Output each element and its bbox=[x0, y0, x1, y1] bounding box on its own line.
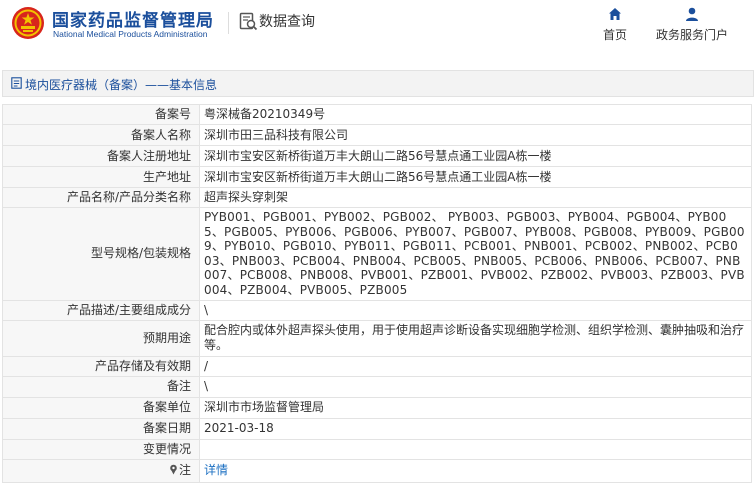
field-label: 产品存储及有效期 bbox=[2, 355, 200, 377]
national-emblem-icon[interactable] bbox=[11, 6, 45, 40]
field-value: 深圳市宝安区新桥街道万丰大朗山二路56号慧点通工业园A栋一楼 bbox=[199, 145, 752, 167]
home-icon bbox=[609, 8, 621, 20]
field-label: 备案号 bbox=[2, 104, 200, 125]
field-value: 粤深械备20210349号 bbox=[199, 104, 752, 125]
breadcrumb: 境内医疗器械（备案）——基本信息 bbox=[2, 70, 754, 97]
table-row: 生产地址 深圳市宝安区新桥街道万丰大朗山二路56号慧点通工业园A栋一楼 bbox=[2, 166, 752, 188]
field-value: 深圳市市场监督管理局 bbox=[199, 396, 752, 419]
table-row: 备案人名称 深圳市田三品科技有限公司 bbox=[2, 124, 752, 146]
field-label: 备案日期 bbox=[2, 417, 200, 440]
field-label: 预期用途 bbox=[2, 319, 200, 357]
field-value: 超声探头穿刺架 bbox=[199, 187, 752, 208]
field-value: \ bbox=[199, 299, 752, 321]
nav-gov-portal-label: 政务服务门户 bbox=[655, 28, 728, 42]
note-label-cell: 注 bbox=[2, 458, 200, 483]
table-row: 备案号 粤深械备20210349号 bbox=[2, 104, 752, 125]
data-search-icon bbox=[239, 12, 258, 31]
header-divider bbox=[228, 12, 229, 34]
field-label: 备案单位 bbox=[2, 396, 200, 419]
table-row: 变更情况 bbox=[2, 438, 752, 460]
table-row: 预期用途 配合腔内或体外超声探头使用，用于使用超声诊断设备实现细胞学检测、组织学… bbox=[2, 319, 752, 357]
field-label: 生产地址 bbox=[2, 166, 200, 188]
note-label: 注 bbox=[178, 463, 191, 478]
field-value: PYB001、PGB001、PYB002、PGB002、 PYB003、PGB0… bbox=[199, 207, 752, 301]
nav-gov-portal[interactable]: 政务服务门户 bbox=[652, 6, 732, 43]
field-label: 备案人名称 bbox=[2, 124, 200, 146]
field-label: 产品名称/产品分类名称 bbox=[2, 187, 200, 208]
user-icon bbox=[686, 7, 698, 21]
table-row: 产品存储及有效期 / bbox=[2, 355, 752, 377]
site-header: 国家药品监督管理局 National Medical Products Admi… bbox=[0, 0, 754, 58]
field-value bbox=[199, 438, 752, 460]
table-row: 产品描述/主要组成成分 \ bbox=[2, 299, 752, 321]
field-value: \ bbox=[199, 375, 752, 398]
pin-icon bbox=[170, 464, 177, 475]
section-title: 数据查询 bbox=[259, 14, 315, 30]
nav-home-label: 首页 bbox=[602, 28, 627, 42]
note-value-cell: 详情 bbox=[199, 458, 752, 483]
document-icon bbox=[11, 77, 22, 89]
table-row: 备注 \ bbox=[2, 375, 752, 398]
table-row: 型号规格/包装规格 PYB001、PGB001、PYB002、PGB002、 P… bbox=[2, 207, 752, 301]
details-link[interactable]: 详情 bbox=[204, 463, 228, 477]
agency-name-cn[interactable]: 国家药品监督管理局 bbox=[52, 6, 214, 31]
field-value: 配合腔内或体外超声探头使用，用于使用超声诊断设备实现细胞学检测、组织学检测、囊肿… bbox=[199, 319, 752, 357]
field-value: 深圳市田三品科技有限公司 bbox=[199, 124, 752, 146]
agency-name-en[interactable]: National Medical Products Administration bbox=[53, 29, 208, 39]
table-row: 备案单位 深圳市市场监督管理局 bbox=[2, 396, 752, 419]
nav-home[interactable]: 首页 bbox=[597, 6, 633, 43]
field-value: / bbox=[199, 355, 752, 377]
field-label: 产品描述/主要组成成分 bbox=[2, 299, 200, 321]
table-row: 注 详情 bbox=[2, 458, 752, 483]
field-value: 2021-03-18 bbox=[199, 417, 752, 440]
field-label: 备案人注册地址 bbox=[2, 145, 200, 167]
record-detail-table: 备案号 粤深械备20210349号 备案人名称 深圳市田三品科技有限公司 备案人… bbox=[2, 104, 752, 483]
breadcrumb-text[interactable]: 境内医疗器械（备案）——基本信息 bbox=[25, 76, 217, 93]
field-label: 变更情况 bbox=[2, 438, 200, 460]
field-label: 备注 bbox=[2, 375, 200, 398]
field-value: 深圳市宝安区新桥街道万丰大朗山二路56号慧点通工业园A栋一楼 bbox=[199, 166, 752, 188]
field-label: 型号规格/包装规格 bbox=[2, 207, 200, 301]
table-row: 产品名称/产品分类名称 超声探头穿刺架 bbox=[2, 187, 752, 208]
table-row: 备案人注册地址 深圳市宝安区新桥街道万丰大朗山二路56号慧点通工业园A栋一楼 bbox=[2, 145, 752, 167]
table-row: 备案日期 2021-03-18 bbox=[2, 417, 752, 440]
